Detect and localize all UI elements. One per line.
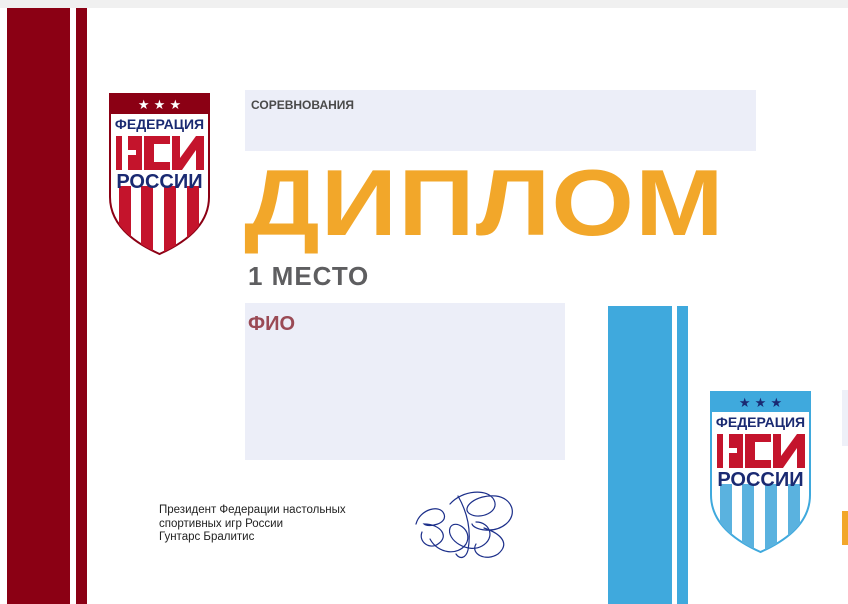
federation-crest-logo-blue: ★ ★ ★ ФЕДЕРАЦИЯ РОССИИ — [709, 390, 812, 554]
crest-small-line1: ФЕДЕРАЦИЯ — [716, 414, 805, 430]
place-text: 1 МЕСТО — [248, 261, 370, 291]
diploma-page: ★ ★ ★ ФЕДЕРАЦИЯ РОССИИ СОРЕВНОВАНИЯ ДИПЛ… — [0, 8, 848, 604]
left-stripe-wide — [7, 8, 70, 604]
crest-small-line3: РОССИИ — [717, 469, 803, 491]
signature-line-2: спортивных игр России — [159, 517, 283, 530]
handwritten-signature — [410, 484, 522, 564]
right-stripe-narrow — [677, 306, 688, 604]
signature-line-3: Гунтарс Бралитис — [159, 531, 255, 543]
crest-line3: РОССИИ — [116, 171, 202, 193]
left-stripe-narrow — [76, 8, 87, 604]
name-field[interactable]: ФИО — [245, 303, 565, 460]
crest-stars: ★ ★ ★ — [138, 98, 181, 113]
competition-field[interactable]: СОРЕВНОВАНИЯ — [245, 90, 756, 151]
crest-small-stars: ★ ★ ★ — [739, 396, 782, 411]
name-label: ФИО — [248, 313, 296, 335]
competition-label: СОРЕВНОВАНИЯ — [251, 98, 355, 112]
next-page-title-edge — [842, 511, 848, 545]
signature-caption: Президент Федерации настольных спортивны… — [159, 504, 399, 545]
federation-crest-logo: ★ ★ ★ ФЕДЕРАЦИЯ РОССИИ — [108, 92, 211, 256]
next-page-field-edge — [842, 390, 848, 446]
signature-line-1: Президент Федерации настольных — [159, 504, 346, 516]
diploma-title: ДИПЛОМ — [244, 150, 725, 255]
crest-line1: ФЕДЕРАЦИЯ — [115, 116, 204, 132]
right-stripe-wide — [608, 306, 672, 604]
